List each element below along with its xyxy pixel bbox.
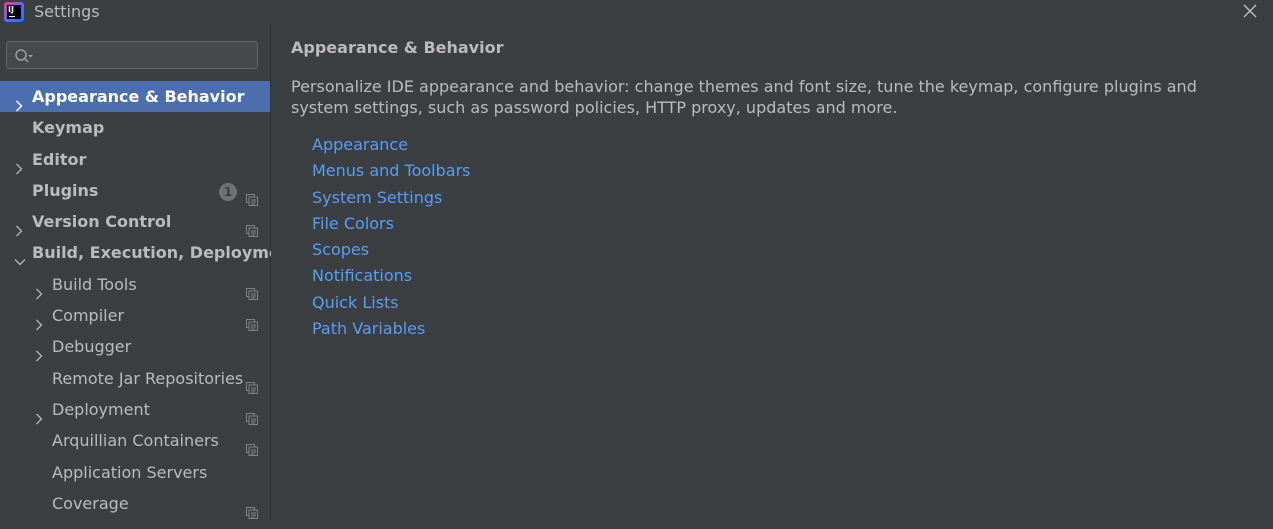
project-level-icon	[246, 435, 258, 457]
subsection-link-item: Appearance	[312, 132, 471, 158]
project-level-icon	[246, 216, 258, 238]
subsection-link-item: Notifications	[312, 263, 471, 289]
link-scopes[interactable]: Scopes	[312, 240, 369, 259]
sidebar-item-label: Build Tools	[52, 274, 137, 294]
project-level-icon	[246, 185, 258, 206]
sidebar-item-application-servers[interactable]: Application Servers	[0, 457, 270, 488]
search-field[interactable]	[6, 41, 258, 69]
settings-content-panel: Appearance & Behavior Personalize IDE ap…	[271, 24, 1273, 520]
sidebar-item-appearance-and-behavior[interactable]: Appearance & Behavior	[0, 81, 270, 113]
sidebar-item-label: Appearance & Behavior	[32, 87, 245, 106]
project-level-icon	[246, 310, 258, 332]
chevron-right-icon[interactable]	[34, 341, 44, 362]
link-appearance[interactable]: Appearance	[312, 135, 408, 154]
chevron-down-icon[interactable]	[14, 247, 26, 266]
page-title: Appearance & Behavior	[291, 38, 504, 57]
sidebar-item-label: Keymap	[32, 118, 105, 138]
update-count-badge: 1	[219, 182, 237, 201]
intellij-idea-logo-icon: IJ	[4, 2, 24, 22]
chevron-right-icon[interactable]	[14, 216, 24, 237]
project-level-icon	[246, 279, 258, 300]
settings-sidebar: Appearance & Behavior Keymap Editor Plugins…	[0, 24, 299, 520]
subsection-link-item: Scopes	[312, 237, 471, 263]
chevron-right-icon[interactable]	[34, 279, 44, 300]
subsection-link-item: Quick Lists	[312, 290, 471, 316]
sidebar-item-plugins[interactable]: Plugins 1	[0, 175, 270, 206]
sidebar-item-label: Editor	[32, 149, 87, 169]
sidebar-item-label: Deployment	[52, 399, 150, 419]
sidebar-item-label: Version Control	[32, 212, 172, 232]
sidebar-item-build-execution-deployment[interactable]: Build, Execution, Deployment	[0, 237, 299, 268]
chevron-right-icon[interactable]	[14, 154, 24, 175]
page-description: Personalize IDE appearance and behavior:…	[291, 77, 1197, 117]
window-title: Settings	[34, 2, 100, 21]
sidebar-item-arquillian-containers[interactable]: Arquillian Containers	[0, 425, 270, 457]
close-icon[interactable]	[1241, 2, 1259, 20]
sidebar-item-label: Debugger	[52, 337, 132, 357]
link-file-colors[interactable]: File Colors	[312, 214, 394, 233]
subsection-link-item: System Settings	[312, 185, 471, 211]
title-bar: IJ Settings	[0, 0, 1273, 24]
subsection-links: Appearance Menus and Toolbars System Setti…	[312, 132, 471, 342]
link-path-variables[interactable]: Path Variables	[312, 319, 425, 338]
sidebar-item-coverage[interactable]: Coverage	[0, 488, 270, 519]
sidebar-item-label: Remote Jar Repositories	[52, 368, 244, 388]
project-level-icon	[246, 498, 258, 519]
link-notifications[interactable]: Notifications	[312, 266, 412, 285]
settings-tree: Appearance & Behavior Keymap Editor Plugins…	[0, 81, 299, 519]
sidebar-item-label: Compiler	[52, 306, 125, 326]
subsection-link-item: File Colors	[312, 211, 471, 237]
sidebar-item-build-tools[interactable]: Build Tools	[0, 269, 270, 300]
sidebar-item-compiler[interactable]: Compiler	[0, 300, 270, 332]
chevron-right-icon[interactable]	[34, 404, 44, 425]
sidebar-item-remote-jar-repositories[interactable]: Remote Jar Repositories	[0, 363, 270, 394]
sidebar-item-label: Coverage	[52, 493, 129, 513]
link-quick-lists[interactable]: Quick Lists	[312, 293, 399, 312]
search-input[interactable]	[39, 45, 253, 67]
chevron-right-icon[interactable]	[34, 310, 44, 331]
sidebar-item-version-control[interactable]: Version Control	[0, 206, 270, 238]
sidebar-item-keymap[interactable]: Keymap	[0, 112, 270, 143]
chevron-right-icon[interactable]	[14, 91, 24, 112]
sidebar-item-label: Arquillian Containers	[52, 431, 219, 451]
sidebar-item-editor[interactable]: Editor	[0, 144, 270, 175]
subsection-link-item: Path Variables	[312, 316, 471, 342]
project-level-icon	[246, 404, 258, 425]
subsection-link-item: Menus and Toolbars	[312, 158, 471, 184]
sidebar-item-label: Build, Execution, Deployment	[32, 243, 299, 263]
sidebar-item-deployment[interactable]: Deployment	[0, 394, 270, 425]
link-system-settings[interactable]: System Settings	[312, 188, 442, 207]
sidebar-item-label: Plugins	[32, 180, 99, 200]
project-level-icon	[246, 373, 258, 394]
link-menus-and-toolbars[interactable]: Menus and Toolbars	[312, 161, 471, 180]
sidebar-item-label: Application Servers	[52, 462, 208, 482]
search-icon[interactable]	[14, 48, 34, 64]
sidebar-item-debugger[interactable]: Debugger	[0, 331, 270, 362]
